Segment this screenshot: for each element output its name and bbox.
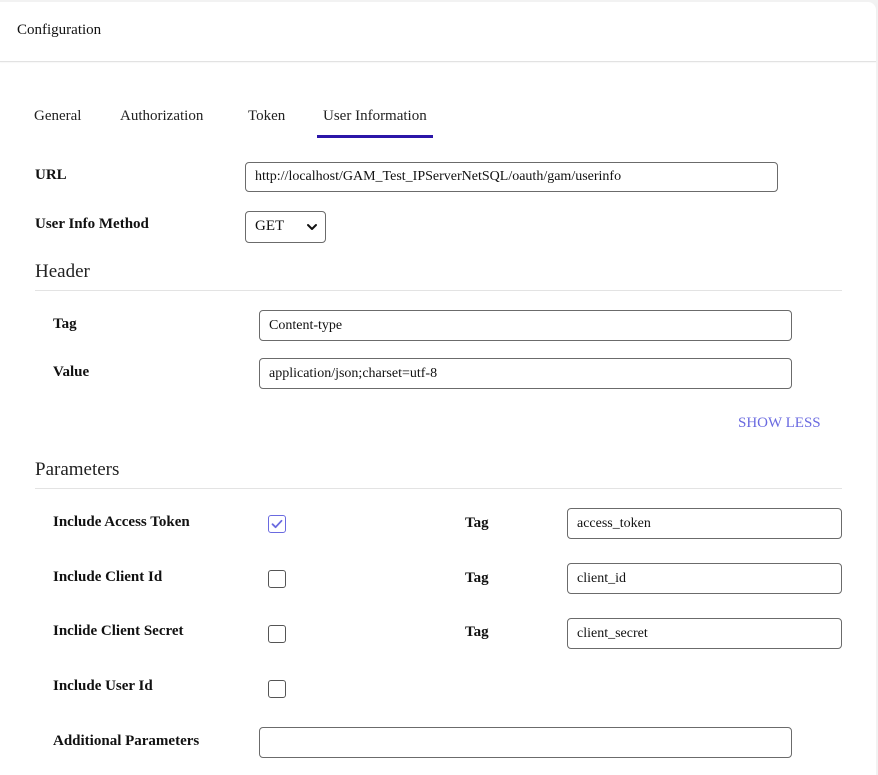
include-access-token-label: Include Access Token (53, 514, 190, 530)
client-id-tag-label: Tag (465, 570, 489, 586)
include-client-id-label: Include Client Id (53, 569, 163, 585)
url-label: URL (35, 167, 67, 183)
checkmark-icon (271, 519, 283, 529)
user-info-method-label: User Info Method (35, 216, 149, 232)
panel-title: Configuration (17, 22, 102, 38)
header-tag-label: Tag (53, 316, 77, 332)
access-token-tag-input[interactable] (567, 508, 842, 539)
header-tag-input[interactable] (259, 310, 792, 341)
include-client-secret-checkbox[interactable] (268, 625, 286, 643)
include-user-id-label: Include User Id (53, 678, 153, 694)
user-info-method-value: GET (255, 218, 285, 234)
parameters-section-title: Parameters (35, 459, 120, 480)
include-user-id-checkbox[interactable] (268, 680, 286, 698)
client-secret-tag-label: Tag (465, 624, 489, 640)
url-input[interactable] (245, 162, 778, 192)
parameters-divider (35, 488, 842, 489)
header-value-label: Value (53, 364, 90, 380)
header-section-title: Header (35, 261, 90, 282)
include-access-token-checkbox[interactable] (268, 515, 286, 533)
panel-header: Configuration (0, 2, 876, 62)
include-client-secret-label: Inclide Client Secret (53, 623, 184, 639)
chevron-down-icon (307, 224, 317, 230)
header-value-input[interactable] (259, 358, 792, 389)
include-client-id-checkbox[interactable] (268, 570, 286, 588)
show-less-link[interactable]: SHOW LESS (738, 415, 821, 432)
user-info-method-select[interactable]: GET (245, 211, 326, 243)
access-token-tag-label: Tag (465, 515, 489, 531)
tab-user-information[interactable]: User Information (317, 108, 433, 138)
tab-general[interactable]: General (34, 108, 81, 125)
client-secret-tag-input[interactable] (567, 618, 842, 649)
header-divider (35, 290, 842, 291)
configuration-panel: Configuration General Authorization Toke… (0, 2, 876, 775)
tab-authorization[interactable]: Authorization (120, 108, 203, 125)
additional-parameters-label: Additional Parameters (53, 733, 200, 749)
client-id-tag-input[interactable] (567, 563, 842, 594)
additional-parameters-input[interactable] (259, 727, 792, 758)
tab-token[interactable]: Token (248, 108, 285, 125)
